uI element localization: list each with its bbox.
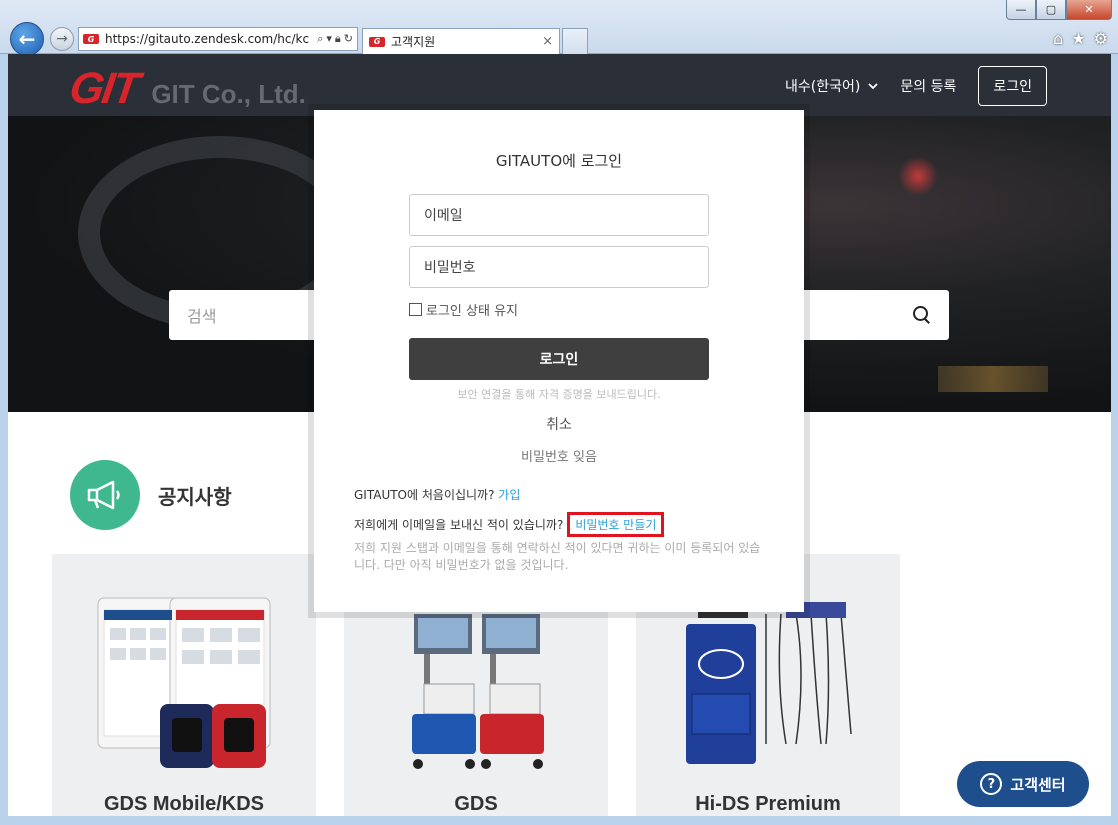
back-button[interactable]: ← <box>10 22 44 56</box>
password-field[interactable]: 비밀번호 <box>409 246 709 288</box>
close-window-button[interactable]: ✕ <box>1066 0 1112 20</box>
hero-light <box>898 156 938 196</box>
lock-icon: 🔒︎ <box>334 32 341 45</box>
search-icon[interactable] <box>913 306 931 324</box>
signup-link[interactable]: 가입 <box>498 488 520 502</box>
emailed-row: 저희에게 이메일을 보내신 적이 있습니까? 비밀번호 만들기 <box>354 512 665 537</box>
notice-title: 공지사항 <box>158 484 232 509</box>
email-field[interactable]: 이메일 <box>409 194 709 236</box>
page-viewport: GIT GIT Co., Ltd. 내수(한국어) 문의 등록 로그인 검색 공… <box>8 54 1111 816</box>
help-center-label: 고객센터 <box>1010 775 1066 794</box>
site-header: GIT GIT Co., Ltd. 내수(한국어) 문의 등록 로그인 <box>8 54 1111 116</box>
site-favicon-icon: G <box>83 34 99 44</box>
hero-dashboard-light <box>938 366 1048 392</box>
forgot-password-link[interactable]: 비밀번호 잊음 <box>314 446 804 465</box>
hids-cart-image <box>686 598 852 764</box>
tablet-image <box>97 597 271 768</box>
language-label: 내수(한국어) <box>785 79 861 95</box>
browser-chrome: — ▢ ✕ ← → G https://gitauto.zendesk.com/… <box>0 0 1118 56</box>
remember-me-checkbox[interactable] <box>409 303 422 316</box>
gds-cart-image <box>412 614 544 769</box>
create-password-link[interactable]: 비밀번호 만들기 <box>567 512 665 537</box>
remember-me-label: 로그인 상태 유지 <box>426 304 518 319</box>
help-center-button[interactable]: ? 고객센터 <box>957 761 1089 807</box>
browser-tab-active[interactable]: G 고객지원 × <box>362 28 560 54</box>
home-icon[interactable]: ⌂ <box>1053 29 1063 48</box>
cancel-link[interactable]: 취소 <box>314 414 804 434</box>
header-login-button[interactable]: 로그인 <box>978 66 1047 106</box>
first-time-text: GITAUTO에 처음이십니까? <box>354 488 495 502</box>
product-label: GDS <box>454 793 498 815</box>
product-label: Hi-DS Premium <box>695 793 841 815</box>
first-time-row: GITAUTO에 처음이십니까? 가입 <box>354 486 520 503</box>
tab-close-icon[interactable]: × <box>542 34 553 49</box>
login-modal: GITAUTO에 로그인 이메일 비밀번호 로그인 상태 유지 로그인 보안 연… <box>314 110 804 612</box>
refresh-icon[interactable]: ↻ <box>344 32 353 46</box>
back-arrow-icon: ← <box>18 27 36 51</box>
modal-title: GITAUTO에 로그인 <box>495 152 623 170</box>
secure-note: 보안 연결을 통해 자격 증명을 보내드립니다. <box>457 388 661 401</box>
notice-section[interactable]: 공지사항 <box>70 460 232 530</box>
browser-toolbar-icons: ⌂ ★ ⚙ <box>1053 29 1108 48</box>
maximize-button[interactable]: ▢ <box>1036 0 1066 20</box>
product-card-gds-mobile[interactable]: GDS Mobile/KDS <box>52 554 316 816</box>
forward-button[interactable]: → <box>50 27 74 51</box>
brand[interactable]: GIT GIT Co., Ltd. <box>67 64 306 114</box>
gear-icon[interactable]: ⚙ <box>1094 29 1108 48</box>
forward-arrow-icon: → <box>56 31 68 47</box>
dropdown-icon[interactable]: ▾ <box>326 32 332 46</box>
product-label: GDS Mobile/KDS <box>103 793 264 815</box>
window-controls: — ▢ ✕ <box>1006 0 1112 20</box>
address-bar[interactable]: G https://gitauto.zendesk.com/hc/kc ⌕ ▾ … <box>78 27 358 51</box>
star-icon[interactable]: ★ <box>1071 29 1085 48</box>
tab-title: 고객지원 <box>391 35 436 49</box>
tab-favicon-icon: G <box>369 36 385 47</box>
minimize-button[interactable]: — <box>1006 0 1036 20</box>
search-icon[interactable]: ⌕ <box>317 32 323 46</box>
new-tab-button[interactable] <box>562 28 588 54</box>
question-icon: ? <box>980 773 1003 795</box>
brand-logo: GIT <box>66 64 141 113</box>
megaphone-icon <box>70 460 140 530</box>
login-submit-button[interactable]: 로그인 <box>409 338 709 380</box>
submit-request-link[interactable]: 문의 등록 <box>900 76 956 96</box>
registration-hint: 저희 지원 스탭과 이메일을 통해 연락하신 적이 있다면 귀하는 이미 등록되… <box>354 541 761 572</box>
company-name: GIT Co., Ltd. <box>151 79 306 109</box>
chevron-down-icon <box>868 82 879 89</box>
header-nav: 내수(한국어) 문의 등록 로그인 <box>785 66 1047 106</box>
address-url: https://gitauto.zendesk.com/hc/kc <box>105 32 310 46</box>
language-selector[interactable]: 내수(한국어) <box>785 76 879 96</box>
emailed-text: 저희에게 이메일을 보내신 적이 있습니까? <box>354 518 564 532</box>
remember-me[interactable]: 로그인 상태 유지 <box>409 300 518 319</box>
